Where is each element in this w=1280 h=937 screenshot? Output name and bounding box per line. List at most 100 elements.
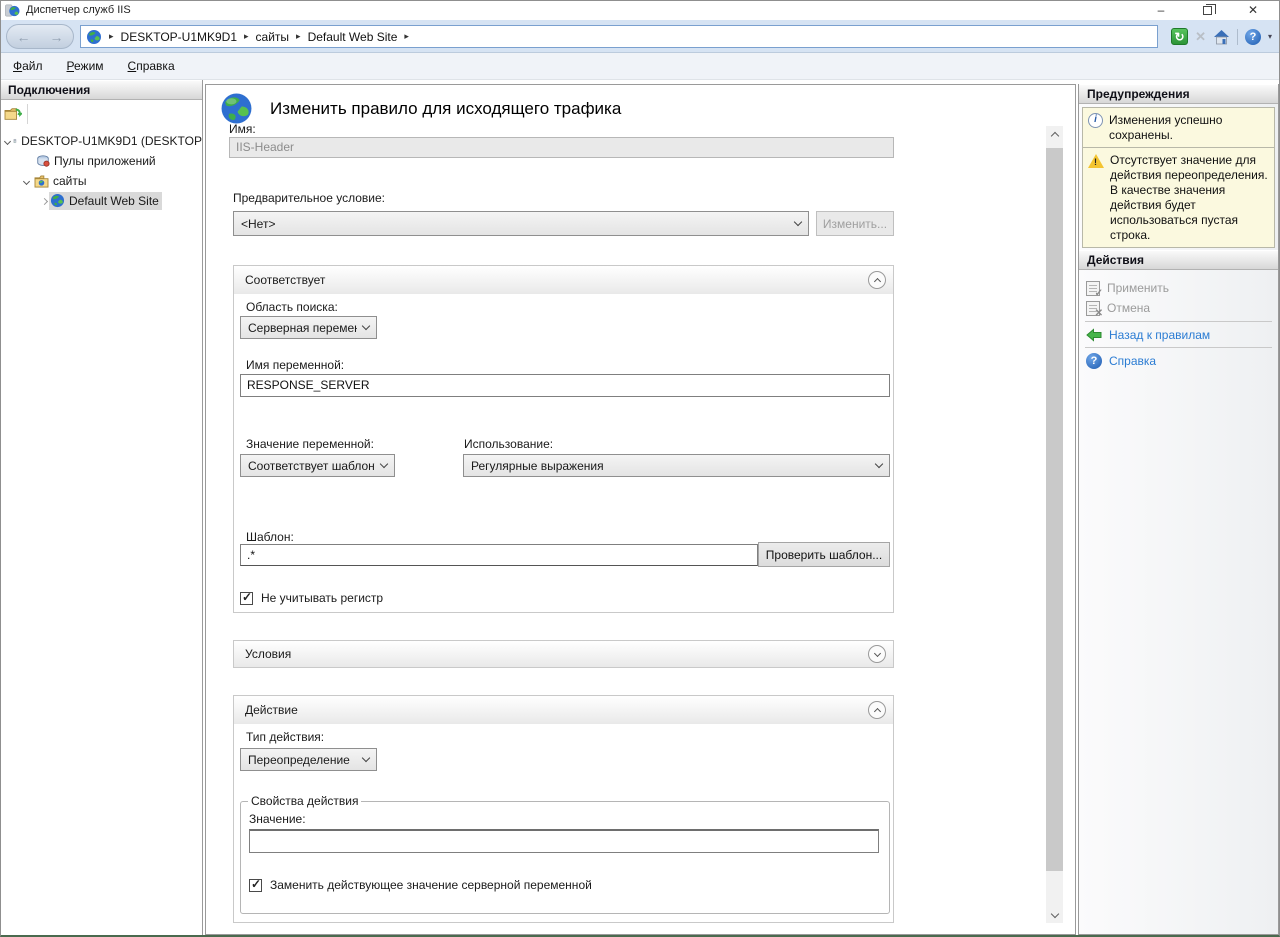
tree-item-server[interactable]: DESKTOP-U1MK9D1 (DESKTOP <box>0 131 202 151</box>
restart-icon[interactable]: ↻ <box>1171 28 1188 45</box>
separator <box>1085 321 1272 322</box>
info-icon: i <box>1088 113 1103 128</box>
tree-item-label: Default Web Site <box>69 194 159 208</box>
menu-view[interactable]: Режим <box>67 59 104 73</box>
tree-item-app-pools[interactable]: Пулы приложений <box>0 151 202 171</box>
variable-name-label: Имя переменной: <box>246 358 344 372</box>
connections-toolbar <box>0 100 202 127</box>
alert-info: i Изменения успешно сохранены. <box>1082 107 1275 148</box>
check-icon: ✓ <box>251 877 261 891</box>
tree-item-default-web-site[interactable]: Default Web Site <box>0 191 202 211</box>
restore-button[interactable] <box>1184 0 1230 20</box>
toolbar-separator <box>1237 29 1238 45</box>
action-help[interactable]: ? Справка <box>1079 351 1279 371</box>
close-button[interactable]: ✕ <box>1230 0 1276 20</box>
variable-value-label: Значение переменной: <box>246 437 374 451</box>
tree-item-label: DESKTOP-U1MK9D1 (DESKTOP <box>21 134 202 148</box>
back-arrow-icon <box>1086 328 1102 342</box>
crumb-arrow-icon: ▸ <box>109 31 114 42</box>
scroll-down-button[interactable] <box>1046 906 1063 923</box>
match-section-header[interactable]: Соответствует <box>234 266 893 294</box>
conditions-section-header[interactable]: Условия <box>234 641 893 667</box>
window-title: Диспетчер служб IIS <box>26 4 131 16</box>
title-bar: Диспетчер служб IIS – ✕ <box>0 0 1280 20</box>
match-section-title: Соответствует <box>245 273 325 287</box>
menu-file[interactable]: Файл <box>13 59 43 73</box>
ignore-case-checkbox[interactable]: ✓ <box>240 592 253 605</box>
app-pools-icon <box>36 154 50 168</box>
action-type-label: Тип действия: <box>246 730 324 744</box>
save-connection-icon[interactable] <box>4 106 22 122</box>
server-icon <box>13 134 17 148</box>
cancel-icon: ✕ <box>1086 301 1100 316</box>
replace-value-checkbox[interactable]: ✓ <box>249 879 262 892</box>
nav-buttons: ← → <box>6 24 74 49</box>
breadcrumb[interactable]: ▸ DESKTOP-U1MK9D1 ▸ сайты ▸ Default Web … <box>80 25 1158 48</box>
action-back-to-rules[interactable]: Назад к правилам <box>1079 325 1279 345</box>
vertical-scrollbar[interactable] <box>1046 126 1063 923</box>
crumb-default-web-site[interactable]: Default Web Site <box>308 30 398 44</box>
value-input[interactable] <box>249 829 879 853</box>
chevron-down-icon <box>875 460 883 468</box>
variable-value-select[interactable]: Соответствует шаблону <box>240 454 395 477</box>
ignore-case-row[interactable]: ✓ Не учитывать регистр <box>240 591 383 605</box>
menu-help[interactable]: Справка <box>128 59 175 73</box>
feature-page: Изменить правило для исходящего трафика … <box>205 84 1076 935</box>
selected-tree-item[interactable]: Default Web Site <box>49 192 162 210</box>
action-type-value: Переопределение <box>248 753 350 767</box>
pattern-input[interactable]: .* <box>240 544 758 566</box>
usage-select[interactable]: Регулярные выражения <box>463 454 890 477</box>
action-apply: ✓ Применить <box>1079 278 1279 298</box>
scroll-up-button[interactable] <box>1046 126 1063 143</box>
variable-name-input[interactable]: RESPONSE_SERVER <box>240 374 890 397</box>
minimize-button[interactable]: – <box>1138 0 1184 20</box>
action-cancel: ✕ Отмена <box>1079 298 1279 318</box>
action-type-select[interactable]: Переопределение <box>240 748 377 771</box>
chevron-up-icon <box>1050 132 1058 140</box>
alerts-header: Предупреждения <box>1079 84 1278 104</box>
conditions-section: Условия <box>233 640 894 668</box>
forward-button[interactable]: → <box>50 29 64 45</box>
crumb-sites[interactable]: сайты <box>256 30 290 44</box>
page-title: Изменить правило для исходящего трафика <box>270 99 621 119</box>
chevron-up-icon <box>873 277 880 284</box>
back-button[interactable]: ← <box>17 29 31 45</box>
scrollbar-thumb[interactable] <box>1046 148 1063 871</box>
action-properties-group: Свойства действия Значение: ✓ Заменить д… <box>240 794 890 914</box>
name-label: Имя: <box>229 122 256 136</box>
precondition-select[interactable]: <Нет> <box>233 211 809 236</box>
check-icon: ✓ <box>242 590 252 604</box>
action-label: Применить <box>1107 281 1169 295</box>
expander-icon[interactable] <box>5 139 10 144</box>
action-section: Действие Тип действия: Переопределение С… <box>233 695 894 923</box>
chevron-down-icon <box>362 322 370 330</box>
home-icon[interactable] <box>1213 29 1230 45</box>
action-section-header[interactable]: Действие <box>234 696 893 724</box>
usage-label: Использование: <box>464 437 553 451</box>
action-properties-legend: Свойства действия <box>248 794 361 808</box>
page-globe-icon <box>220 92 253 125</box>
chevron-down-icon <box>873 649 880 656</box>
connections-header: Подключения <box>0 80 202 100</box>
menu-bar: Файл Режим Справка <box>0 53 1280 80</box>
replace-value-row[interactable]: ✓ Заменить действующее значение серверно… <box>249 878 592 892</box>
collapse-button[interactable] <box>868 701 886 719</box>
chevron-down-icon <box>794 218 802 226</box>
sites-folder-icon <box>34 175 49 188</box>
tree-item-sites[interactable]: сайты <box>0 171 202 191</box>
test-pattern-button[interactable]: Проверить шаблон... <box>758 542 890 567</box>
separator <box>1085 347 1272 348</box>
expand-button[interactable] <box>868 645 886 663</box>
action-label: Назад к правилам <box>1109 328 1210 342</box>
chevron-up-icon <box>873 707 880 714</box>
collapse-button[interactable] <box>868 271 886 289</box>
alert-text: Изменения успешно сохранены. <box>1109 113 1270 143</box>
match-section: Соответствует Область поиска: Серверная … <box>233 265 894 613</box>
help-icon[interactable]: ? <box>1245 29 1261 45</box>
scope-select[interactable]: Серверная переменн <box>240 316 377 339</box>
expander-icon[interactable] <box>39 199 49 204</box>
chevron-down-icon <box>380 460 388 468</box>
expander-icon[interactable] <box>21 179 31 184</box>
help-caret-icon[interactable]: ▾ <box>1268 32 1272 41</box>
crumb-server[interactable]: DESKTOP-U1MK9D1 <box>121 30 237 44</box>
